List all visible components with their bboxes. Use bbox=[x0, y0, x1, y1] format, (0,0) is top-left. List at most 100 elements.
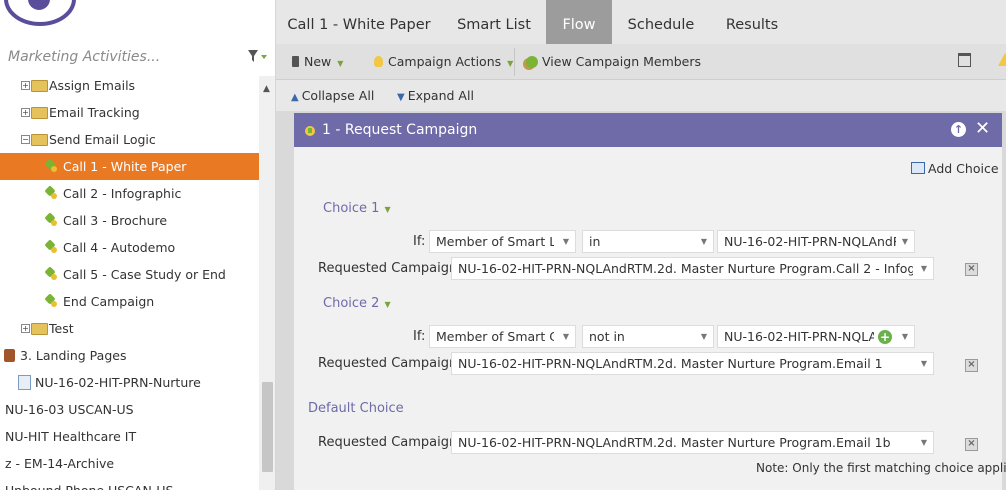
tree-scrollbar[interactable]: ▲ bbox=[259, 76, 275, 490]
choice-2-label: Choice 2 bbox=[323, 296, 380, 311]
choice-2-campaign-select[interactable]: NU-16-02-HIT-PRN-NQLAndRTM.2d. Master Nu… bbox=[451, 352, 934, 375]
collapse-all-label: Collapse All bbox=[301, 88, 375, 103]
tree-item-label: Test bbox=[49, 321, 74, 336]
tree-item[interactable]: + Test bbox=[0, 315, 259, 342]
window-icon[interactable] bbox=[958, 53, 971, 73]
expand-all-button[interactable]: ▼ Expand All bbox=[397, 88, 474, 103]
add-choice-label: Add Choice bbox=[928, 161, 999, 176]
members-icon bbox=[526, 56, 538, 68]
chevron-down-icon: ▼ bbox=[384, 205, 391, 214]
expand-toggle-icon[interactable]: + bbox=[21, 324, 30, 333]
choice-2-toggle[interactable]: Choice 2 ▼ bbox=[323, 296, 391, 311]
default-campaign-value: NU-16-02-HIT-PRN-NQLAndRTM.2d. Master Nu… bbox=[458, 435, 891, 450]
choice-2-value-select[interactable]: NU-16-02-HIT-PRN-NQLAndRTM + ▼ bbox=[717, 325, 915, 348]
choice-2-operator-select[interactable]: not in ▼ bbox=[582, 325, 714, 348]
choice-2-field-select[interactable]: Member of Smart Campaign ▼ bbox=[429, 325, 576, 348]
choice-1-operator-select[interactable]: in ▼ bbox=[582, 230, 714, 253]
landing-page-icon bbox=[18, 375, 31, 390]
delete-choice-2-icon[interactable]: × bbox=[965, 359, 978, 372]
choice-1-label: Choice 1 bbox=[323, 201, 380, 216]
if-label: If: bbox=[413, 329, 426, 344]
flow-step-title: 1 - Request Campaign bbox=[322, 122, 478, 138]
requested-campaign-label: Requested Campaign: bbox=[318, 261, 462, 276]
dropdown-arrow-icon: ▼ bbox=[562, 332, 569, 341]
tree-item-label: End Campaign bbox=[63, 294, 155, 309]
expand-toggle-icon[interactable]: + bbox=[21, 108, 30, 117]
lightbulb-icon bbox=[374, 56, 383, 67]
campaign-actions-label: Campaign Actions bbox=[388, 54, 502, 69]
tree-item[interactable]: Unbound Phone USCAN-US bbox=[0, 477, 259, 490]
tree-item[interactable]: NU-16-03 USCAN-US bbox=[0, 396, 259, 423]
flow-subbar: ▲ Collapse All ▼ Expand All bbox=[276, 80, 1006, 111]
dropdown-arrow-icon: ▼ bbox=[700, 332, 707, 341]
default-campaign-select[interactable]: NU-16-02-HIT-PRN-NQLAndRTM.2d. Master Nu… bbox=[451, 431, 934, 454]
delete-default-icon[interactable]: × bbox=[965, 438, 978, 451]
tab-schedule[interactable]: Schedule bbox=[612, 0, 710, 44]
flow-note: Note: Only the first matching choice app… bbox=[756, 461, 1006, 475]
choice-1-campaign-select[interactable]: NU-16-02-HIT-PRN-NQLAndRTM.2d. Master Nu… bbox=[451, 257, 934, 280]
toolbar: New ▼ Campaign Actions ▼ View Campaign Mem… bbox=[276, 44, 1006, 80]
dropdown-arrow-icon: ▼ bbox=[920, 264, 927, 273]
marketing-activities-tree: + Assign Emails + Email Tracking − Send Email… bbox=[0, 76, 259, 490]
collapse-all-button[interactable]: ▲ Collapse All bbox=[291, 88, 374, 103]
expand-toggle-icon[interactable]: + bbox=[21, 81, 30, 90]
tree-item[interactable]: End Campaign bbox=[0, 288, 259, 315]
choice-1-value-select[interactable]: NU-16-02-HIT-PRN-NQLAndRTM ▼ bbox=[717, 230, 915, 253]
marketo-logo[interactable] bbox=[4, 0, 76, 26]
add-choice-button[interactable]: Add Choice bbox=[911, 161, 999, 176]
tree-item[interactable]: − Send Email Logic bbox=[0, 126, 259, 153]
choice-2-operator-value: not in bbox=[589, 329, 625, 344]
search-input[interactable] bbox=[4, 46, 247, 68]
tree-item[interactable]: NU-HIT Healthcare IT bbox=[0, 423, 259, 450]
scrollbar-thumb[interactable] bbox=[262, 382, 273, 472]
tab-results[interactable]: Results bbox=[710, 0, 794, 44]
filter-icon[interactable] bbox=[246, 48, 272, 68]
program-icon bbox=[4, 349, 15, 362]
campaign-actions-button[interactable]: Campaign Actions ▼ bbox=[374, 52, 513, 72]
dropdown-arrow-icon: ▼ bbox=[920, 438, 927, 447]
delete-choice-1-icon[interactable]: × bbox=[965, 263, 978, 276]
tab-call-1-white-paper[interactable]: Call 1 - White Paper bbox=[276, 0, 442, 44]
tree-item[interactable]: + Assign Emails bbox=[0, 76, 259, 99]
new-menu-button[interactable]: New ▼ bbox=[292, 52, 343, 72]
tree-item[interactable]: Call 5 - Case Study or End bbox=[0, 261, 259, 288]
flow-step-header[interactable]: 1 - Request Campaign ↑ ✕ bbox=[294, 113, 1002, 147]
dropdown-arrow-icon: ▼ bbox=[700, 237, 707, 246]
tree-item[interactable]: + Email Tracking bbox=[0, 99, 259, 126]
view-campaign-members-label: View Campaign Members bbox=[542, 54, 702, 69]
new-icon bbox=[292, 56, 299, 67]
navigation-pane: + Assign Emails + Email Tracking − Send Email… bbox=[0, 0, 276, 490]
default-choice-label: Default Choice bbox=[308, 401, 404, 416]
requested-campaign-label: Requested Campaign: bbox=[318, 356, 462, 371]
collapse-step-icon[interactable]: ↑ bbox=[951, 122, 966, 137]
warning-icon[interactable] bbox=[998, 52, 1006, 72]
tree-item[interactable]: 3. Landing Pages bbox=[0, 342, 259, 369]
smart-campaign-icon bbox=[44, 158, 57, 172]
scroll-up-icon[interactable]: ▲ bbox=[263, 84, 270, 94]
tree-item[interactable]: z - EM-14-Archive bbox=[0, 450, 259, 477]
folder-icon bbox=[31, 134, 48, 146]
tree-item[interactable]: Call 3 - Brochure bbox=[0, 207, 259, 234]
tree-item-label: NU-HIT Healthcare IT bbox=[5, 429, 137, 444]
folder-icon bbox=[31, 323, 48, 335]
tree-item[interactable]: NU-16-02-HIT-PRN-Nurture bbox=[0, 369, 259, 396]
tree-item-label: Send Email Logic bbox=[49, 132, 156, 147]
choice-1-field-select[interactable]: Member of Smart List ▼ bbox=[429, 230, 576, 253]
tree-item[interactable]: Call 4 - Autodemo bbox=[0, 234, 259, 261]
expand-toggle-icon[interactable]: − bbox=[21, 135, 30, 144]
choice-2-field-value: Member of Smart Campaign bbox=[436, 329, 554, 344]
tree-item[interactable]: Call 2 - Infographic bbox=[0, 180, 259, 207]
tab-flow[interactable]: Flow bbox=[546, 0, 612, 44]
tab-smart-list[interactable]: Smart List bbox=[442, 0, 546, 44]
choice-1-toggle[interactable]: Choice 1 ▼ bbox=[323, 201, 391, 216]
tree-item-label: Unbound Phone USCAN-US bbox=[5, 477, 173, 490]
smart-campaign-icon bbox=[44, 293, 57, 307]
add-value-icon[interactable]: + bbox=[878, 330, 892, 344]
add-choice-icon bbox=[911, 162, 925, 174]
tree-item[interactable]: Call 1 - White Paper bbox=[0, 153, 259, 180]
expand-icon: ▼ bbox=[397, 92, 405, 103]
close-icon[interactable]: ✕ bbox=[975, 120, 990, 138]
tree-item-label: Call 2 - Infographic bbox=[63, 186, 182, 201]
smart-campaign-icon bbox=[44, 266, 57, 280]
view-campaign-members-button[interactable]: View Campaign Members bbox=[526, 52, 701, 72]
